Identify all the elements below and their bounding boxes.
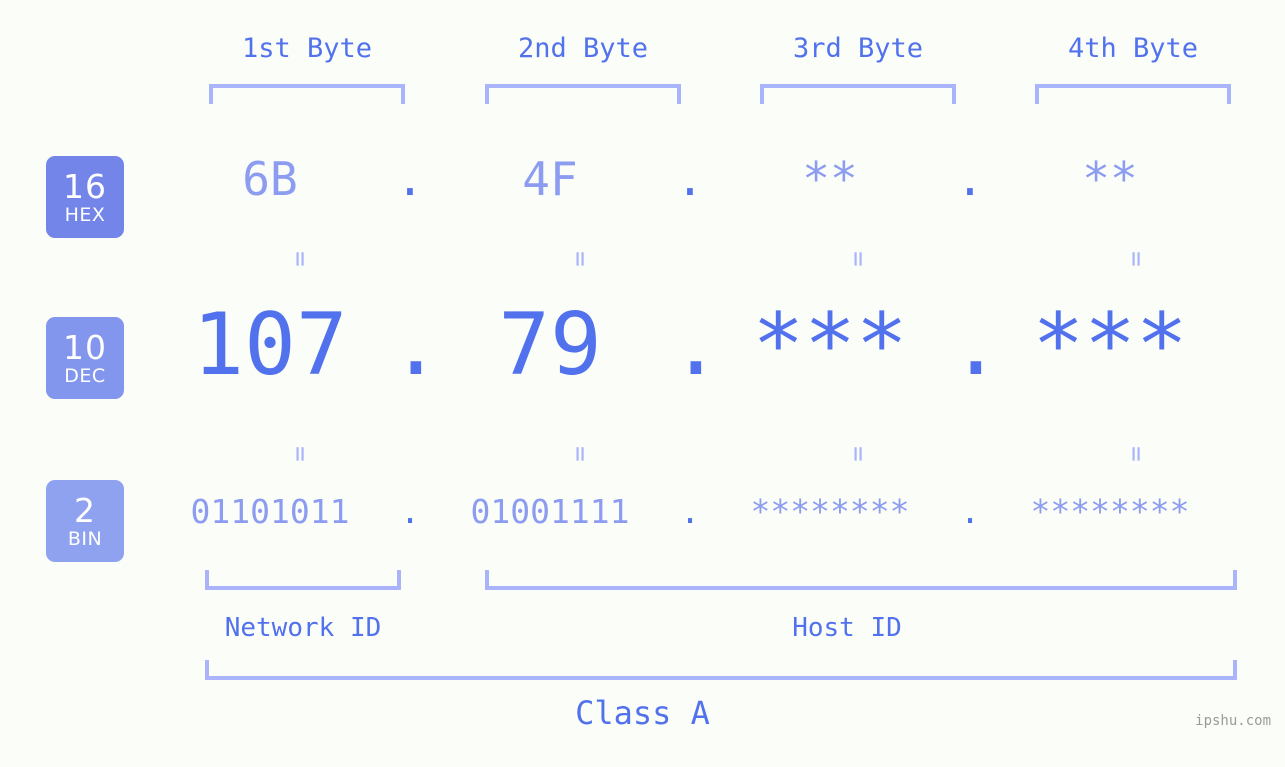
bin-byte-2: 01001111	[470, 492, 630, 531]
base-badge-dec-number: 10	[63, 327, 107, 367]
dec-byte-2: 79	[498, 295, 602, 395]
host-id-label: Host ID	[792, 613, 902, 643]
hex-value-row: 6B . 4F . ** . **	[150, 152, 1285, 206]
byte-bracket-1	[209, 84, 405, 104]
column-header-byte-4: 4th Byte	[1067, 33, 1199, 64]
base-badge-hex: 16 HEX	[46, 156, 124, 238]
dec-separator-3: .	[950, 295, 1002, 395]
equals-connector-dec-bin-4: =	[1121, 446, 1151, 462]
base-badge-bin: 2 BIN	[46, 480, 124, 562]
bin-value-row: 01101011 . 01001111 . ******** . *******…	[150, 492, 1285, 531]
network-id-label: Network ID	[224, 613, 382, 643]
column-header-byte-1: 1st Byte	[241, 33, 373, 64]
column-header-byte-3: 3rd Byte	[792, 33, 924, 64]
dec-value-row: 107 . 79 . *** . ***	[150, 295, 1285, 395]
bin-separator-3: .	[960, 492, 980, 531]
dec-byte-3: ***	[752, 295, 908, 395]
byte-bracket-3	[760, 84, 956, 104]
equals-connector-hex-dec-2: =	[565, 251, 595, 267]
host-id-bracket	[485, 570, 1237, 590]
base-badge-dec: 10 DEC	[46, 317, 124, 399]
dec-separator-1: .	[390, 295, 442, 395]
base-badge-dec-name: DEC	[64, 364, 106, 387]
hex-byte-4: **	[1082, 152, 1138, 206]
class-bracket	[205, 660, 1237, 680]
base-badge-hex-name: HEX	[64, 203, 106, 226]
base-badge-bin-number: 2	[74, 490, 96, 530]
equals-connector-hex-dec-4: =	[1121, 251, 1151, 267]
dec-byte-1: 107	[192, 295, 348, 395]
byte-bracket-4	[1035, 84, 1231, 104]
equals-connector-hex-dec-3: =	[843, 251, 873, 267]
hex-byte-1: 6B	[242, 152, 298, 206]
hex-byte-3: **	[802, 152, 858, 206]
dec-separator-2: .	[670, 295, 722, 395]
ip-address-breakdown-diagram: 1st Byte 2nd Byte 3rd Byte 4th Byte 16 H…	[0, 0, 1285, 767]
bin-byte-1: 01101011	[190, 492, 350, 531]
bin-separator-1: .	[400, 492, 420, 531]
base-badge-hex-number: 16	[63, 166, 107, 206]
equals-connector-dec-bin-1: =	[285, 446, 315, 462]
equals-connector-dec-bin-2: =	[565, 446, 595, 462]
hex-separator-2: .	[676, 152, 704, 206]
column-header-byte-2: 2nd Byte	[517, 33, 649, 64]
class-label: Class A	[575, 694, 710, 732]
watermark: ipshu.com	[1195, 713, 1271, 729]
bin-separator-2: .	[680, 492, 700, 531]
hex-byte-2: 4F	[522, 152, 578, 206]
bin-byte-4: ********	[1030, 492, 1190, 531]
hex-separator-1: .	[396, 152, 424, 206]
byte-bracket-2	[485, 84, 681, 104]
hex-separator-3: .	[956, 152, 984, 206]
equals-connector-hex-dec-1: =	[285, 251, 315, 267]
dec-byte-4: ***	[1032, 295, 1188, 395]
network-id-bracket	[205, 570, 401, 590]
equals-connector-dec-bin-3: =	[843, 446, 873, 462]
bin-byte-3: ********	[750, 492, 910, 531]
base-badge-bin-name: BIN	[67, 527, 103, 550]
